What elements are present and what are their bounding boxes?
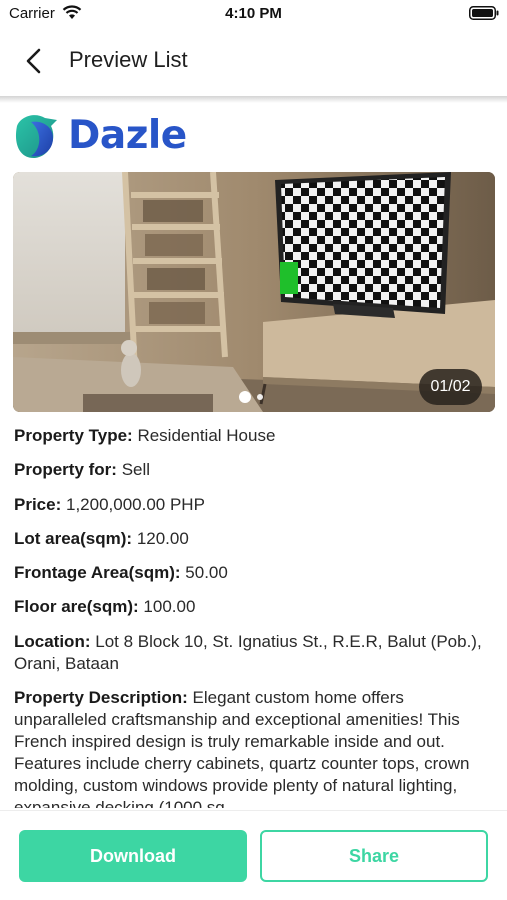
page-dot[interactable] xyxy=(257,394,263,400)
property-photo[interactable]: 01/02 xyxy=(13,172,495,412)
detail-value: Sell xyxy=(121,460,151,480)
page-title: Preview List xyxy=(69,47,188,72)
detail-frontage-area: Frontage Area(sqm): 50.00 xyxy=(14,562,492,584)
clock-time: 4:10 PM xyxy=(225,5,282,22)
detail-label: Property Type: xyxy=(14,426,133,445)
detail-label: Frontage Area(sqm): xyxy=(14,563,181,583)
detail-label: Lot area(sqm): xyxy=(14,528,133,548)
nav-divider xyxy=(0,96,507,103)
detail-floor-area: Floor are(sqm): 100.00 xyxy=(14,596,492,618)
detail-value: 50.00 xyxy=(185,563,228,583)
detail-property-for: Property for: Sell xyxy=(14,459,492,481)
page-dot-active[interactable] xyxy=(239,391,251,403)
detail-location: Location: Lot 8 Block 10, St. Ignatius S… xyxy=(14,631,492,675)
detail-lot-area: Lot area(sqm): 120.00 xyxy=(14,528,492,550)
detail-description: Property Description: Elegant custom hom… xyxy=(14,687,492,808)
gallery-pagination[interactable] xyxy=(239,391,279,403)
status-bar: Carrier 4:10 PM xyxy=(0,0,507,28)
detail-label: Property for: xyxy=(14,460,117,480)
detail-value: 100.00 xyxy=(143,597,196,617)
detail-value: 1,200,000.00 PHP xyxy=(65,494,205,514)
photo-counter-badge: 01/02 xyxy=(419,369,482,405)
detail-value: Residential House xyxy=(137,426,276,445)
detail-property-type: Property Type: Residential House xyxy=(14,425,492,447)
navigation-bar: Preview List xyxy=(0,28,507,98)
property-details: Property Type: Residential House Propert… xyxy=(14,425,492,808)
share-button[interactable]: Share xyxy=(260,830,488,882)
chevron-left-icon xyxy=(26,48,41,74)
battery-icon xyxy=(469,6,499,20)
back-button[interactable] xyxy=(18,44,52,78)
detail-label: Property Description: xyxy=(14,688,188,708)
download-button[interactable]: Download xyxy=(19,830,247,882)
brand-name: Dazle xyxy=(68,113,187,158)
brand-logo: Dazle xyxy=(13,110,213,162)
detail-value: 120.00 xyxy=(136,528,189,548)
detail-price: Price: 1,200,000.00 PHP xyxy=(14,494,492,516)
detail-label: Floor are(sqm): xyxy=(14,597,139,617)
bottom-action-bar: Download Share xyxy=(0,810,507,900)
detail-label: Location: xyxy=(14,631,91,651)
detail-label: Price: xyxy=(14,494,62,514)
dazle-logo-icon xyxy=(15,115,57,159)
